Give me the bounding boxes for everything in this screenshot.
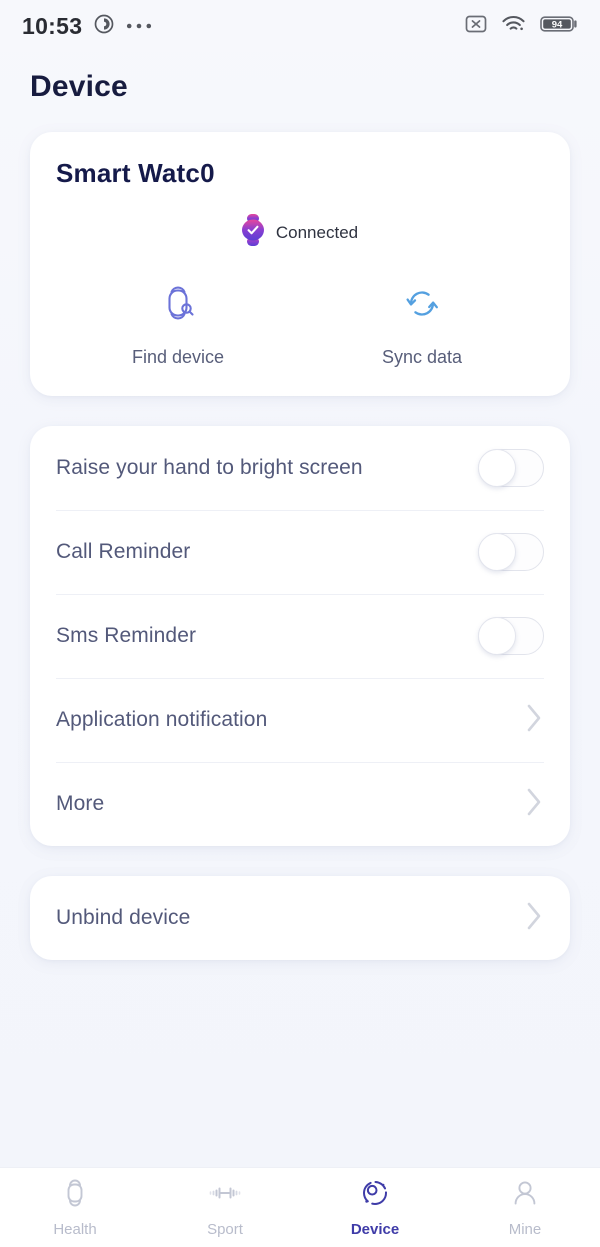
page-title: Device xyxy=(30,70,128,103)
watch-icon xyxy=(60,1177,90,1214)
device-circle-icon xyxy=(359,1177,391,1214)
chevron-right-icon xyxy=(524,785,544,824)
settings-list: Raise your hand to bright screen Call Re… xyxy=(30,426,570,846)
find-device-label: Find device xyxy=(131,347,225,367)
raise-hand-toggle[interactable] xyxy=(478,449,544,487)
setting-label: Application notification xyxy=(56,708,268,731)
connected-watch-check-icon xyxy=(241,213,264,252)
setting-control xyxy=(524,701,544,740)
unbind-control xyxy=(524,899,544,938)
unbind-device-label: Unbind device xyxy=(56,906,191,929)
sms-reminder-toggle[interactable] xyxy=(478,617,544,655)
wifi-icon xyxy=(501,14,526,39)
device-actions: Find device Sync data xyxy=(56,280,544,368)
tab-label: Sport xyxy=(207,1221,243,1238)
setting-control xyxy=(478,449,544,487)
toggle-knob xyxy=(478,449,516,487)
main-content: Smart Watc0 Connected Find device Sync d… xyxy=(0,104,600,1167)
setting-label: More xyxy=(56,792,105,815)
battery-level-text: 94 xyxy=(552,19,563,30)
find-device-button[interactable]: Find device xyxy=(56,280,300,368)
toggle-knob xyxy=(478,533,516,571)
sync-data-button[interactable]: Sync data xyxy=(300,280,544,368)
device-name: Smart Watc0 xyxy=(56,158,215,188)
battery-icon: 94 xyxy=(540,14,578,39)
setting-row-application-notification[interactable]: Application notification xyxy=(56,678,544,762)
setting-label: Sms Reminder xyxy=(56,624,197,647)
tab-label: Device xyxy=(350,1221,400,1238)
setting-control xyxy=(478,617,544,655)
setting-control xyxy=(478,533,544,571)
tab-label: Health xyxy=(53,1221,97,1238)
status-bar-right: 94 xyxy=(465,14,578,39)
sync-refresh-icon xyxy=(402,280,442,331)
device-summary-card: Smart Watc0 Connected Find device Sync d… xyxy=(30,132,570,396)
setting-row-raise-hand[interactable]: Raise your hand to bright screen xyxy=(56,426,544,510)
connection-status-text: Connected xyxy=(275,222,359,242)
tab-device[interactable]: Device xyxy=(300,1177,450,1238)
setting-row-more[interactable]: More xyxy=(56,762,544,846)
unbind-device-row[interactable]: Unbind device xyxy=(56,876,544,960)
tab-mine[interactable]: Mine xyxy=(450,1177,600,1238)
sync-data-label: Sync data xyxy=(381,347,463,367)
find-device-watch-search-icon xyxy=(158,280,198,331)
toggle-knob xyxy=(478,617,516,655)
more-dots-icon xyxy=(126,17,152,35)
call-reminder-toggle[interactable] xyxy=(478,533,544,571)
tab-health[interactable]: Health xyxy=(0,1177,150,1238)
unbind-device-card[interactable]: Unbind device xyxy=(30,876,570,960)
status-bar-clock: 10:53 xyxy=(22,12,83,39)
setting-row-sms-reminder[interactable]: Sms Reminder xyxy=(56,594,544,678)
status-bar: 10:53 94 xyxy=(0,0,600,52)
connection-status: Connected xyxy=(56,213,544,252)
screen-record-icon xyxy=(93,13,115,40)
device-screen: 10:53 94 Device Smart Watc0 Connected Fi… xyxy=(0,0,600,1247)
bottom-navigation: Health Sport Device Mine xyxy=(0,1167,600,1247)
setting-label: Raise your hand to bright screen xyxy=(56,456,363,479)
setting-control xyxy=(524,785,544,824)
chevron-right-icon xyxy=(524,701,544,740)
tab-label: Mine xyxy=(508,1221,542,1238)
dumbbell-icon xyxy=(208,1177,242,1214)
setting-row-call-reminder[interactable]: Call Reminder xyxy=(56,510,544,594)
setting-label: Call Reminder xyxy=(56,540,191,563)
status-bar-left: 10:53 xyxy=(22,13,152,40)
no-sim-icon xyxy=(465,14,487,39)
tab-sport[interactable]: Sport xyxy=(150,1177,300,1238)
chevron-right-icon xyxy=(524,899,544,938)
person-icon xyxy=(510,1177,540,1214)
